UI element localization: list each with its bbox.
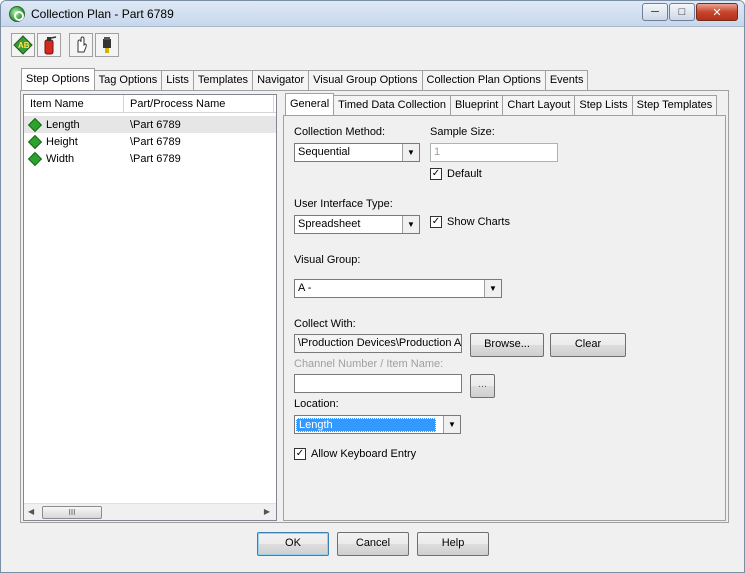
visual-group-select[interactable]: A - ▼ (294, 279, 502, 298)
item-part: \Part 6789 (130, 135, 181, 148)
help-button[interactable]: Help (417, 532, 489, 556)
visual-group-label: Visual Group: (294, 254, 361, 266)
abc-button[interactable]: AB (11, 33, 35, 57)
tab-navigator[interactable]: Navigator (252, 70, 310, 90)
sample-size-input[interactable]: 1 (430, 143, 558, 162)
collect-with-input[interactable]: \Production Devices\Production A (294, 334, 462, 353)
ui-type-label: User Interface Type: (294, 198, 393, 210)
item-name: Length (46, 118, 80, 131)
list-header: Item Name Part/Process Name (24, 95, 276, 113)
pointer-icon (103, 37, 111, 53)
extinguisher-button[interactable] (37, 33, 61, 57)
top-tab-strip: Step Options Tag Options Lists Templates… (21, 68, 589, 90)
default-label: Default (447, 168, 482, 180)
ui-type-value: Spreadsheet (298, 218, 361, 230)
show-charts-label: Show Charts (447, 216, 510, 228)
scroll-thumb[interactable]: III (42, 506, 102, 519)
inner-tab-strip: General Timed Data Collection Blueprint … (285, 93, 718, 115)
allow-keyboard-entry-label: Allow Keyboard Entry (311, 448, 417, 460)
tab-step-templates[interactable]: Step Templates (631, 95, 718, 115)
list-item[interactable]: Width \Part 6789 (24, 150, 276, 167)
cancel-button[interactable]: Cancel (337, 532, 409, 556)
allow-keyboard-entry-checkbox[interactable]: ✓ Allow Keyboard Entry (294, 448, 416, 460)
scroll-left-icon[interactable]: ◀ (28, 507, 34, 516)
title-bar: Collection Plan - Part 6789 ─ □ ✕ (1, 1, 744, 27)
tab-step-lists[interactable]: Step Lists (574, 95, 633, 115)
check-icon: ✓ (430, 216, 442, 228)
tab-templates[interactable]: Templates (192, 70, 254, 90)
chevron-down-icon[interactable]: ▼ (443, 416, 460, 433)
maximize-button[interactable]: □ (669, 3, 695, 21)
tab-timed-data-collection[interactable]: Timed Data Collection (333, 95, 451, 115)
default-checkbox[interactable]: ✓ Default (430, 168, 482, 180)
app-icon (9, 6, 25, 22)
location-select[interactable]: Length ▼ (294, 415, 461, 434)
caption-buttons: ─ □ ✕ (641, 3, 738, 21)
pointer-button[interactable] (95, 33, 119, 57)
minimize-icon: ─ (651, 6, 659, 18)
visual-group-value: A - (298, 282, 312, 294)
tab-blueprint[interactable]: Blueprint (449, 95, 504, 115)
item-name: Height (46, 135, 78, 148)
tab-collection-plan-options[interactable]: Collection Plan Options (421, 70, 546, 90)
tab-visual-group-options[interactable]: Visual Group Options (308, 70, 423, 90)
collection-method-label: Collection Method: (294, 126, 386, 138)
item-diamond-icon (27, 151, 43, 166)
item-list[interactable]: Item Name Part/Process Name Length \Part… (23, 94, 277, 521)
ok-button[interactable]: OK (257, 532, 329, 556)
tab-chart-layout[interactable]: Chart Layout (502, 95, 576, 115)
fire-extinguisher-icon (44, 36, 57, 55)
tab-general[interactable]: General (285, 93, 335, 115)
chevron-down-icon[interactable]: ▼ (402, 144, 419, 161)
tab-step-options[interactable]: Step Options (21, 68, 95, 90)
item-part: \Part 6789 (130, 152, 181, 165)
item-diamond-icon (27, 134, 43, 149)
abc-icon: AB (13, 35, 33, 55)
location-value: Length (296, 418, 436, 432)
step-options-panel: Item Name Part/Process Name Length \Part… (20, 90, 729, 523)
item-name: Width (46, 152, 75, 165)
column-header-item-name[interactable]: Item Name (24, 95, 124, 113)
maximize-icon: □ (678, 6, 686, 18)
item-diamond-icon (27, 117, 43, 132)
general-panel: Collection Method: Sequential ▼ Sample S… (283, 115, 726, 521)
hand-icon (77, 36, 87, 53)
window-title: Collection Plan - Part 6789 (31, 7, 174, 21)
column-header-part-process-name[interactable]: Part/Process Name (124, 95, 274, 113)
scroll-right-icon[interactable]: ▶ (264, 507, 270, 516)
horizontal-scrollbar[interactable]: ◀ III ▶ (24, 503, 276, 520)
tab-lists[interactable]: Lists (161, 70, 194, 90)
close-button[interactable]: ✕ (696, 3, 738, 21)
chevron-down-icon[interactable]: ▼ (402, 216, 419, 233)
channel-browse-button[interactable]: ... (470, 374, 495, 398)
minimize-button[interactable]: ─ (642, 3, 668, 21)
toolbar: AB (11, 33, 121, 59)
chevron-down-icon[interactable]: ▼ (484, 280, 501, 297)
tab-events[interactable]: Events (544, 70, 589, 90)
collection-plan-window: Collection Plan - Part 6789 ─ □ ✕ AB Ste… (0, 0, 745, 573)
browse-button[interactable]: Browse... (470, 333, 544, 357)
show-charts-checkbox[interactable]: ✓ Show Charts (430, 216, 510, 228)
clear-button[interactable]: Clear (550, 333, 626, 357)
collection-method-select[interactable]: Sequential ▼ (294, 143, 420, 162)
list-item[interactable]: Height \Part 6789 (24, 133, 276, 150)
list-item[interactable]: Length \Part 6789 (24, 116, 276, 133)
check-icon: ✓ (430, 168, 442, 180)
tab-tag-options[interactable]: Tag Options (93, 70, 163, 90)
collect-with-label: Collect With: (294, 318, 356, 330)
ui-type-select[interactable]: Spreadsheet ▼ (294, 215, 420, 234)
channel-label: Channel Number / Item Name: (294, 358, 444, 370)
channel-input[interactable] (294, 374, 462, 393)
location-label: Location: (294, 398, 339, 410)
sample-size-label: Sample Size: (430, 126, 495, 138)
hand-button[interactable] (69, 33, 93, 57)
check-icon: ✓ (294, 448, 306, 460)
svg-text:AB: AB (18, 41, 30, 50)
close-icon: ✕ (712, 6, 722, 19)
collection-method-value: Sequential (298, 146, 350, 158)
item-part: \Part 6789 (130, 118, 181, 131)
